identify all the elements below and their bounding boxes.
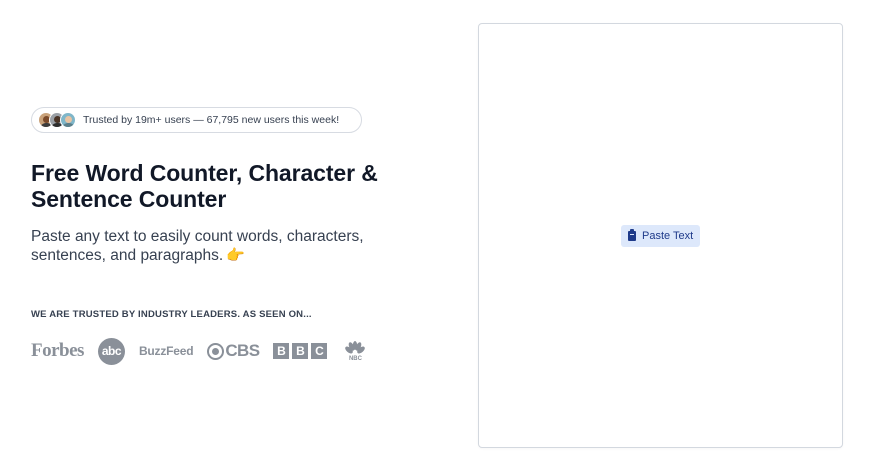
cbs-logo: CBS [207, 341, 260, 361]
page-subtitle: Paste any text to easily count words, ch… [31, 227, 401, 265]
buzzfeed-logo: BuzzFeed [138, 344, 194, 358]
bbc-logo: B B C [273, 343, 330, 359]
text-editor-area[interactable]: Paste Text [478, 23, 843, 448]
trust-badge: Trusted by 19m+ users — 67,795 new users… [31, 107, 362, 133]
nbc-text: NBC [348, 355, 362, 362]
subtitle-text: Paste any text to easily count words, ch… [31, 228, 364, 264]
press-logos: Forbes abc BuzzFeed CBS B B C NBC [31, 337, 380, 365]
bbc-letter: B [292, 343, 309, 359]
abc-logo: abc [97, 337, 125, 365]
paste-text-label: Paste Text [642, 230, 694, 242]
cbs-text: CBS [225, 341, 260, 360]
cbs-eye-icon [207, 342, 225, 360]
bbc-letter: C [311, 343, 328, 359]
bbc-letter: B [273, 343, 290, 359]
forbes-logo: Forbes [31, 340, 84, 361]
nbc-logo: NBC [344, 340, 366, 362]
nbc-peacock-icon [345, 340, 366, 353]
avatar [60, 112, 76, 128]
clipboard-icon [628, 229, 636, 241]
pointing-hand-icon: 👉 [226, 247, 245, 264]
page-title: Free Word Counter, Character & Sentence … [31, 160, 378, 212]
trusted-by-label: WE ARE TRUSTED BY INDUSTRY LEADERS. AS S… [31, 309, 312, 320]
paste-text-button[interactable]: Paste Text [621, 225, 701, 247]
trust-text: Trusted by 19m+ users — 67,795 new users… [83, 114, 340, 126]
user-avatars [38, 112, 76, 128]
